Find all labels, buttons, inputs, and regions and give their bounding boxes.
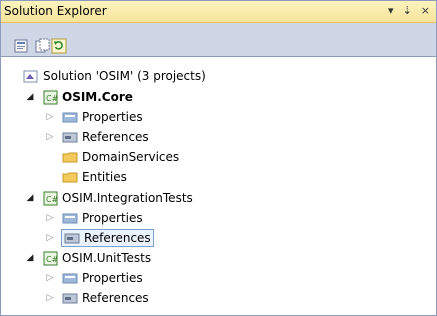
expand-arrow-icon[interactable]: ▷ xyxy=(43,231,57,245)
project-node-osim-unittests[interactable]: ◢ C# OSIM.UnitTests xyxy=(23,248,151,268)
references-icon xyxy=(62,132,78,143)
expand-arrow-icon[interactable]: ▷ xyxy=(43,130,57,144)
title-bar: Solution Explorer ▾ ⇣ × xyxy=(1,1,436,23)
solution-label: Solution 'OSIM' (3 projects) xyxy=(43,69,206,83)
project-node-osim-integrationtests[interactable]: ◢ C# OSIM.IntegrationTests xyxy=(23,188,193,208)
expand-arrow-icon[interactable]: ▷ xyxy=(43,291,57,305)
window-title: Solution Explorer xyxy=(4,4,107,18)
tree-item-entities[interactable]: Entities xyxy=(62,167,127,187)
show-all-files-icon xyxy=(35,38,50,53)
expand-arrow-icon[interactable]: ▷ xyxy=(43,271,57,285)
references-icon xyxy=(64,233,80,244)
solution-icon xyxy=(23,70,38,83)
tree-item-properties[interactable]: ▷ Properties xyxy=(43,208,143,228)
item-label: References xyxy=(84,231,151,245)
project-label: OSIM.IntegrationTests xyxy=(62,191,193,205)
show-all-files-button[interactable] xyxy=(35,38,51,54)
project-label: OSIM.UnitTests xyxy=(62,251,152,265)
item-label: DomainServices xyxy=(82,150,180,164)
item-label: Entities xyxy=(82,170,127,184)
svg-text:C#: C# xyxy=(46,255,58,264)
refresh-button[interactable] xyxy=(51,38,67,54)
svg-text:C#: C# xyxy=(46,94,58,103)
solution-explorer-window: Solution Explorer ▾ ⇣ × Solution 'OSIM' … xyxy=(0,0,437,316)
tree-item-references[interactable]: ▷ References xyxy=(43,127,149,147)
solution-node[interactable]: Solution 'OSIM' (3 projects) xyxy=(23,66,206,86)
project-label: OSIM.Core xyxy=(62,90,133,104)
title-buttons: ▾ ⇣ × xyxy=(388,4,430,17)
item-label: Properties xyxy=(82,271,143,285)
tree-item-properties[interactable]: ▷ Properties xyxy=(43,268,143,288)
item-label: Properties xyxy=(82,110,143,124)
project-node-osim-core[interactable]: ◢ C# OSIM.Core xyxy=(23,87,133,107)
csharp-project-icon: C# xyxy=(43,90,58,105)
expand-arrow-icon[interactable]: ▷ xyxy=(43,110,57,124)
expand-arrow-icon[interactable]: ▷ xyxy=(43,211,57,225)
folder-icon xyxy=(62,152,78,163)
tree-item-domainservices[interactable]: DomainServices xyxy=(62,147,179,167)
tree-item-references[interactable]: ▷ References xyxy=(43,288,149,308)
selection-highlight: References xyxy=(61,229,154,247)
refresh-icon xyxy=(51,38,67,54)
item-label: References xyxy=(82,130,149,144)
close-icon[interactable]: × xyxy=(421,4,430,17)
item-label: References xyxy=(82,291,149,305)
collapse-arrow-icon[interactable]: ◢ xyxy=(23,90,37,104)
window-position-dropdown-icon[interactable]: ▾ xyxy=(388,4,394,17)
solution-tree: Solution 'OSIM' (3 projects) ◢ C# OSIM.C… xyxy=(1,59,436,315)
toolbar xyxy=(1,23,436,57)
properties-folder-icon xyxy=(62,213,78,224)
pin-icon[interactable]: ⇣ xyxy=(403,4,412,17)
csharp-project-icon: C# xyxy=(43,191,58,206)
item-label: Properties xyxy=(82,211,143,225)
svg-text:C#: C# xyxy=(46,195,58,204)
folder-icon xyxy=(62,172,78,183)
collapse-arrow-icon[interactable]: ◢ xyxy=(23,191,37,205)
properties-icon xyxy=(14,39,28,53)
properties-folder-icon xyxy=(62,273,78,284)
properties-button[interactable] xyxy=(13,38,29,54)
tree-item-references-selected[interactable]: ▷ References xyxy=(43,228,154,248)
collapse-arrow-icon[interactable]: ◢ xyxy=(23,251,37,265)
tree-item-properties[interactable]: ▷ Properties xyxy=(43,107,143,127)
csharp-project-icon: C# xyxy=(43,251,58,266)
references-icon xyxy=(62,293,78,304)
properties-folder-icon xyxy=(62,112,78,123)
